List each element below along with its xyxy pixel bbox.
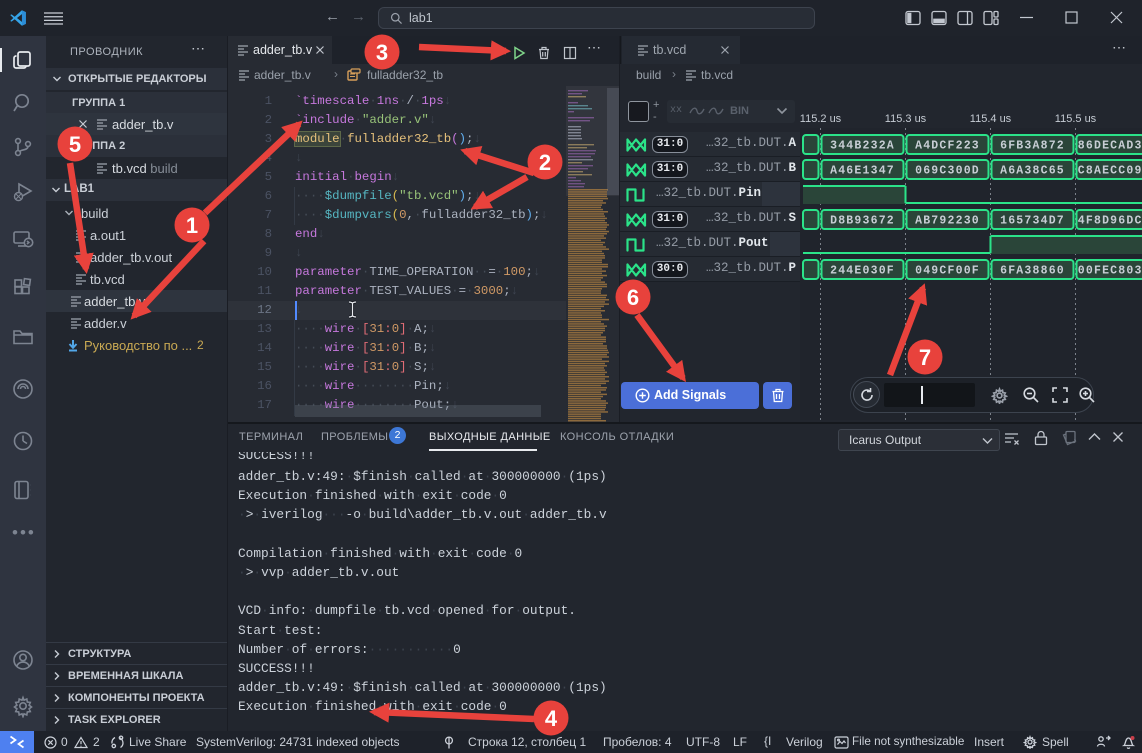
svg-text:165734D7: 165734D7 bbox=[1000, 215, 1065, 228]
svg-text:6FB3A872: 6FB3A872 bbox=[1000, 140, 1065, 153]
svg-text:A4DCF223: A4DCF223 bbox=[915, 140, 980, 153]
svg-text:00FEC803: 00FEC803 bbox=[1078, 265, 1142, 278]
svg-text:AB792230: AB792230 bbox=[915, 215, 980, 228]
svg-text:A6A38C65: A6A38C65 bbox=[1000, 165, 1065, 178]
svg-text:86DECAD3: 86DECAD3 bbox=[1078, 140, 1142, 153]
svg-text:049CF00F: 049CF00F bbox=[915, 265, 980, 278]
svg-text:4F8D96DC: 4F8D96DC bbox=[1078, 215, 1142, 228]
svg-text:D8B93672: D8B93672 bbox=[830, 215, 895, 228]
svg-text:C8AECC09: C8AECC09 bbox=[1078, 165, 1142, 178]
svg-text:344B232A: 344B232A bbox=[830, 140, 895, 153]
svg-text:244E030F: 244E030F bbox=[830, 265, 895, 278]
svg-text:A46E1347: A46E1347 bbox=[830, 165, 895, 178]
svg-text:6FA38860: 6FA38860 bbox=[1000, 265, 1065, 278]
svg-text:069C300D: 069C300D bbox=[915, 165, 980, 178]
